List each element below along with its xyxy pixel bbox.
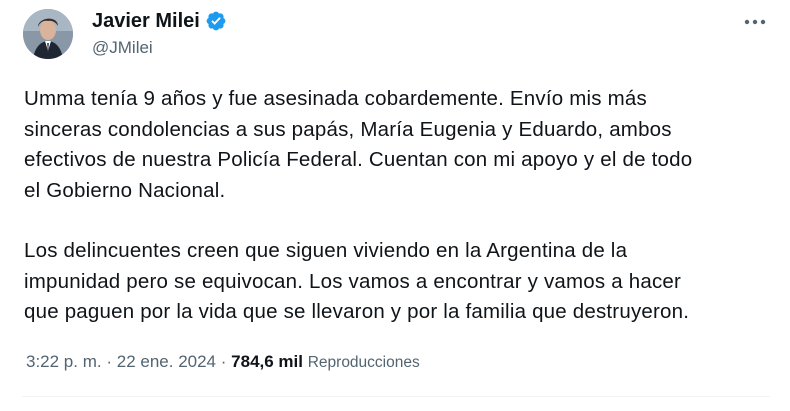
views-count: 784,6 mil bbox=[231, 352, 303, 371]
tweet-header: Javier Milei @JMilei bbox=[23, 6, 770, 62]
tweet-text-line: el Gobierno Nacional. bbox=[24, 178, 226, 202]
views-label: Reproducciones bbox=[307, 354, 420, 371]
tweet-text-line: efectivos de nuestra Policía Federal. Cu… bbox=[24, 148, 693, 171]
author-handle[interactable]: @JMilei bbox=[92, 37, 227, 59]
tweet-date[interactable]: 22 ene. 2024 bbox=[117, 352, 216, 371]
tweet-text-line: que paguen por la vida que se llevaron y… bbox=[24, 300, 690, 323]
tweet-text: Umma tenía 9 años y fue asesinada cobard… bbox=[24, 84, 764, 328]
avatar[interactable] bbox=[23, 9, 73, 59]
more-options-button[interactable] bbox=[740, 12, 770, 32]
display-name[interactable]: Javier Milei bbox=[92, 9, 200, 33]
divider bbox=[22, 396, 770, 397]
tweet-card: Javier Milei @JMilei Umma tenía 9 años y… bbox=[0, 0, 790, 411]
meta-separator: · bbox=[106, 352, 113, 371]
tweet-text-line: Los delincuentes creen que siguen vivien… bbox=[24, 239, 628, 262]
tweet-time[interactable]: 3:22 p. m. bbox=[26, 352, 102, 371]
verified-badge-icon[interactable] bbox=[205, 10, 227, 32]
tweet-text-line: impunidad pero se equivocan. Los vamos a… bbox=[24, 269, 682, 293]
tweet-meta: 3:22 p. m. · 22 ene. 2024 · 784,6 mil Re… bbox=[26, 350, 420, 375]
meta-separator: · bbox=[220, 352, 227, 371]
more-horizontal-icon bbox=[744, 19, 766, 25]
tweet-text-line: Umma tenía 9 años y fue asesinada cobard… bbox=[24, 87, 647, 110]
avatar-image bbox=[23, 9, 73, 59]
author-names: Javier Milei @JMilei bbox=[92, 9, 227, 59]
tweet-text-line: sinceras condolencias a sus papás, María… bbox=[24, 117, 672, 141]
name-row: Javier Milei bbox=[92, 9, 227, 33]
